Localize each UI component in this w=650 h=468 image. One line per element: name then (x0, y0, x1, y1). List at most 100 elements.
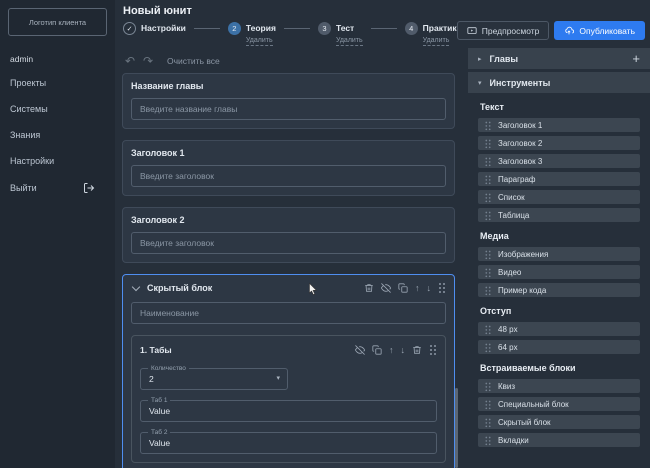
editor-area: ↶ ↷ Очистить все Название главы Заголово… (115, 48, 460, 468)
drag-handle-icon (485, 285, 492, 294)
card-title: Заголовок 1 (131, 148, 446, 158)
tool-item-label: Видео (498, 268, 521, 277)
hidden-block-name-input[interactable] (131, 302, 446, 324)
move-down-button[interactable]: ↓ (427, 283, 432, 293)
tool-item-label: Квиз (498, 382, 515, 391)
drag-handle-icon (485, 156, 492, 165)
tools-section-header[interactable]: ▾ Инструменты (468, 72, 650, 93)
drag-handle-icon (485, 192, 492, 201)
tool-item-label: 48 px (498, 325, 518, 334)
sidebar-item-label: Проекты (10, 78, 46, 88)
sidebar-item-label: Настройки (10, 156, 54, 166)
tab1-input[interactable] (141, 401, 436, 421)
move-down-button[interactable]: ↓ (401, 345, 406, 355)
delete-block-button[interactable] (364, 283, 374, 293)
step-test[interactable]: 3 Тест Удалить (318, 22, 363, 46)
delete-step-link[interactable]: Удалить (246, 36, 273, 46)
tool-item-heading2[interactable]: Заголовок 2 (478, 136, 640, 150)
tool-item-images[interactable]: Изображения (478, 247, 640, 261)
add-chapter-button[interactable]: + (632, 52, 640, 65)
sidebar-nav: Проекты Системы Знания Настройки Выйти (0, 70, 115, 202)
step-practice[interactable]: 4 Практика Удалить (405, 22, 462, 46)
tool-item-label: Специальный блок (498, 400, 569, 409)
tabs-count-select[interactable]: Количество 2 ▾ (140, 368, 288, 390)
delete-step-link[interactable]: Удалить (423, 36, 450, 46)
sidebar-item-label: Выйти (10, 183, 37, 193)
move-up-button[interactable]: ↑ (415, 283, 420, 293)
duplicate-block-button[interactable] (398, 283, 408, 293)
undo-icon[interactable]: ↶ (123, 55, 137, 67)
clear-all-button[interactable]: Очистить все (167, 56, 220, 66)
step-connector (284, 28, 310, 29)
drag-handle-icon (485, 399, 492, 408)
sidebar-item-logout[interactable]: Выйти (0, 174, 115, 202)
tool-item-tabs[interactable]: Вкладки (478, 433, 640, 447)
tool-item-heading1[interactable]: Заголовок 1 (478, 118, 640, 132)
group-title-text: Текст (480, 102, 638, 112)
tool-item-heading3[interactable]: Заголовок 3 (478, 154, 640, 168)
publish-label: Опубликовать (579, 26, 635, 36)
tools-title: Инструменты (490, 78, 640, 88)
step-settings[interactable]: ✓ Настройки (123, 22, 186, 35)
tool-item-label: Таблица (498, 211, 529, 220)
tab2-input[interactable] (141, 433, 436, 453)
drag-handle-icon (485, 174, 492, 183)
tool-item-label: Изображения (498, 250, 548, 259)
chapter-name-input[interactable] (131, 98, 446, 120)
duplicate-tabs-button[interactable] (372, 345, 382, 355)
tool-item-48px[interactable]: 48 px (478, 322, 640, 336)
chapters-title: Главы (490, 54, 625, 64)
drag-handle-icon (485, 324, 492, 333)
step-theory[interactable]: 2 Теория Удалить (228, 22, 276, 46)
chevron-right-icon: ▸ (478, 55, 482, 63)
step-label: Настройки (141, 22, 186, 35)
scrollbar-thumb[interactable] (455, 388, 458, 468)
tool-item-label: Параграф (498, 175, 536, 184)
drag-handle-icon (485, 435, 492, 444)
tool-item-label: 64 px (498, 343, 518, 352)
drag-handle-icon[interactable] (429, 344, 437, 355)
left-sidebar: Логотип клиента admin Проекты Системы Зн… (0, 0, 115, 468)
tool-item-special-block[interactable]: Специальный блок (478, 397, 640, 411)
delete-step-link[interactable]: Удалить (336, 36, 363, 46)
hide-tabs-button[interactable] (355, 345, 365, 355)
group-title-media: Медиа (480, 231, 638, 241)
preview-button[interactable]: Предпросмотр (457, 21, 550, 40)
tool-item-paragraph[interactable]: Параграф (478, 172, 640, 186)
delete-tabs-button[interactable] (412, 345, 422, 355)
publish-button[interactable]: Опубликовать (554, 21, 645, 40)
tool-item-64px[interactable]: 64 px (478, 340, 640, 354)
sidebar-item-systems[interactable]: Системы (0, 96, 115, 122)
sidebar-item-knowledge[interactable]: Знания (0, 122, 115, 148)
group-title-embedded: Встраиваемые блоки (480, 363, 638, 373)
drag-handle-icon[interactable] (438, 282, 446, 293)
tool-item-table[interactable]: Таблица (478, 208, 640, 222)
logout-icon (83, 182, 95, 194)
hide-block-button[interactable] (381, 283, 391, 293)
tool-item-video[interactable]: Видео (478, 265, 640, 279)
tool-item-label: Заголовок 3 (498, 157, 542, 166)
editor-toolbar: ↶ ↷ Очистить все (115, 48, 460, 73)
heading1-input[interactable] (131, 165, 446, 187)
hidden-block-header: Скрытый блок ↑ ↓ (131, 282, 446, 293)
drag-handle-icon (485, 417, 492, 426)
redo-icon[interactable]: ↷ (141, 55, 155, 67)
move-up-button[interactable]: ↑ (389, 345, 394, 355)
sidebar-item-settings[interactable]: Настройки (0, 148, 115, 174)
heading2-input[interactable] (131, 232, 446, 254)
tool-item-hidden-block[interactable]: Скрытый блок (478, 415, 640, 429)
tool-item-quiz[interactable]: Квиз (478, 379, 640, 393)
tool-item-code-sample[interactable]: Пример кода (478, 283, 640, 297)
sidebar-item-projects[interactable]: Проекты (0, 70, 115, 96)
collapse-chevron-icon[interactable] (132, 282, 140, 290)
step-number: 2 (228, 22, 241, 35)
tool-item-label: Список (498, 193, 525, 202)
hidden-block-card[interactable]: Скрытый блок ↑ ↓ (122, 274, 455, 468)
tool-item-list[interactable]: Список (478, 190, 640, 204)
hidden-block-title: Скрытый блок (147, 283, 357, 293)
tab2-field: Таб 2 (140, 432, 437, 454)
drag-handle-icon (485, 267, 492, 276)
step-label: Тест (336, 22, 363, 35)
step-connector (371, 28, 397, 29)
chapters-section-header[interactable]: ▸ Главы + (468, 48, 650, 69)
